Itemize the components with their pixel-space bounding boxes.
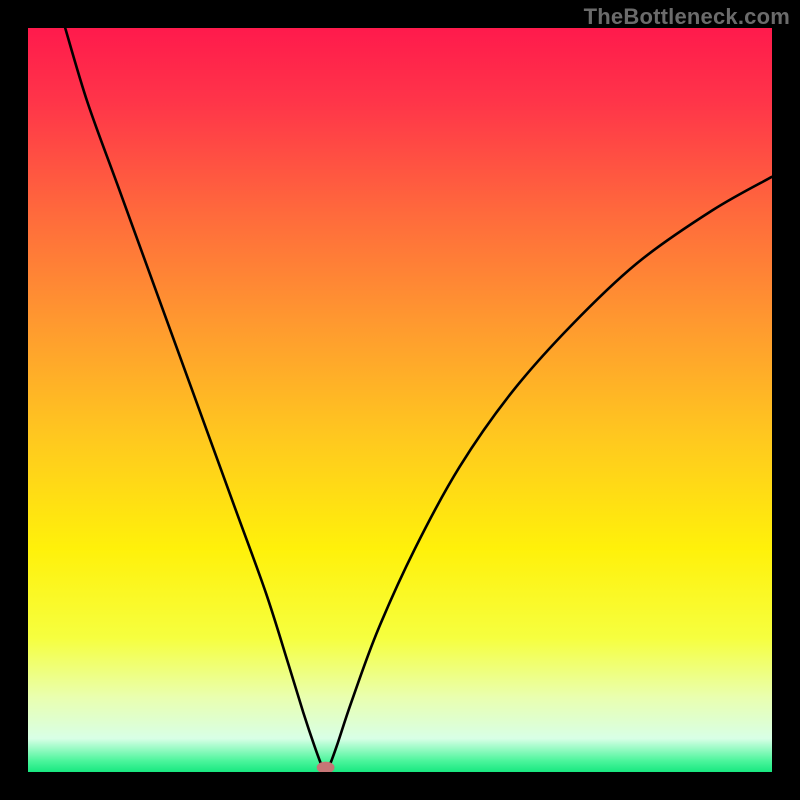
plot-area [28,28,772,772]
watermark-text: TheBottleneck.com [584,4,790,30]
curve-layer [28,28,772,772]
bottleneck-curve [65,28,772,772]
chart-frame: TheBottleneck.com [0,0,800,800]
